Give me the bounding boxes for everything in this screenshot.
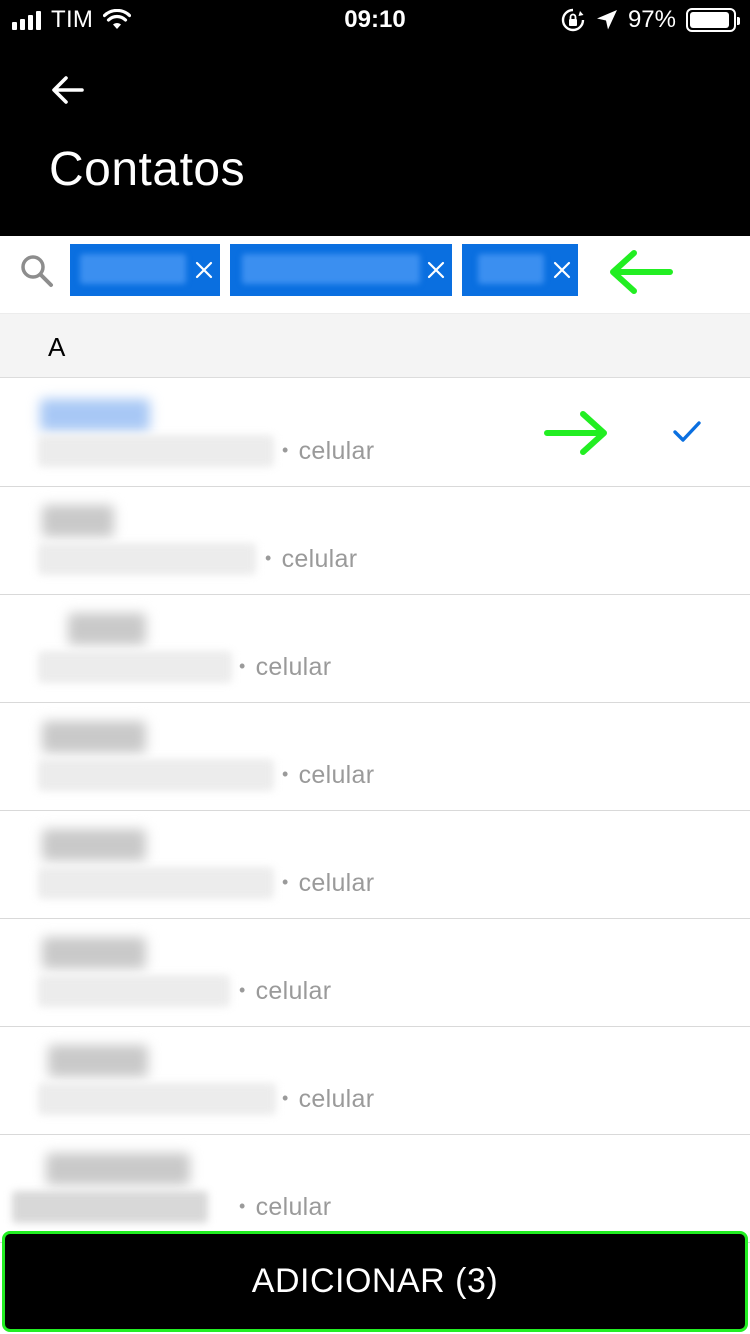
phone-type-label: • celular bbox=[239, 1193, 332, 1221]
contact-phone-redacted bbox=[38, 435, 274, 467]
phone-type-label: • celular bbox=[282, 869, 375, 897]
contact-row[interactable]: • celular bbox=[0, 379, 750, 487]
contact-row[interactable]: • celular bbox=[0, 1027, 750, 1135]
section-letter: A bbox=[48, 332, 66, 362]
selected-contact-chip[interactable] bbox=[462, 244, 578, 296]
phone-type-label: • celular bbox=[265, 545, 358, 573]
phone-type-label: • celular bbox=[282, 437, 375, 465]
orientation-lock-icon bbox=[561, 8, 585, 32]
page-title: Contatos bbox=[49, 143, 246, 196]
back-arrow-icon[interactable] bbox=[46, 68, 90, 112]
app-header: TIM 09:10 97% Contatos bbox=[0, 0, 750, 236]
checkmark-icon bbox=[673, 421, 701, 442]
annotation-arrow-left-icon bbox=[610, 250, 673, 294]
contact-name-redacted bbox=[48, 1045, 148, 1077]
contact-row[interactable]: • celular bbox=[0, 703, 750, 811]
contact-name-redacted bbox=[68, 613, 146, 645]
contact-name-redacted bbox=[42, 937, 146, 969]
contact-phone-redacted bbox=[12, 1191, 208, 1223]
contact-phone-redacted bbox=[38, 543, 256, 575]
battery-percentage: 97% bbox=[627, 6, 676, 33]
contact-phone-redacted bbox=[38, 651, 232, 683]
add-contacts-button[interactable]: ADICIONAR (3) bbox=[2, 1231, 748, 1332]
status-right: 97% bbox=[560, 6, 740, 34]
contact-name-redacted bbox=[42, 829, 146, 861]
contact-phone-redacted bbox=[38, 1083, 276, 1115]
contact-row[interactable]: • celular bbox=[0, 595, 750, 703]
close-icon[interactable] bbox=[424, 258, 448, 282]
phone-type-label: • celular bbox=[239, 653, 332, 681]
contact-phone-redacted bbox=[38, 975, 230, 1007]
search-icon[interactable] bbox=[18, 252, 56, 290]
location-icon bbox=[596, 10, 617, 30]
contact-row[interactable]: • celular bbox=[0, 811, 750, 919]
battery-icon bbox=[686, 8, 740, 32]
contact-row[interactable]: • celular bbox=[0, 487, 750, 595]
selected-contact-chip[interactable] bbox=[230, 244, 452, 296]
contact-list: • celular • celular • celular • celular • cel… bbox=[0, 379, 750, 1243]
selected-contacts-bar bbox=[0, 236, 750, 314]
annotation-arrow-right-icon bbox=[544, 411, 607, 455]
section-header: A bbox=[0, 314, 750, 378]
contact-row[interactable]: • celular bbox=[0, 919, 750, 1027]
status-bar: TIM 09:10 97% bbox=[0, 0, 750, 42]
close-icon[interactable] bbox=[550, 258, 574, 282]
contact-name-redacted bbox=[42, 505, 114, 537]
close-icon[interactable] bbox=[192, 258, 216, 282]
contact-name-redacted bbox=[40, 399, 150, 431]
phone-type-label: • celular bbox=[282, 1085, 375, 1113]
contact-name-redacted bbox=[46, 1153, 190, 1185]
contact-phone-redacted bbox=[38, 759, 274, 791]
phone-type-label: • celular bbox=[282, 761, 375, 789]
contact-phone-redacted bbox=[38, 867, 274, 899]
phone-type-label: • celular bbox=[239, 977, 332, 1005]
selected-contact-chip[interactable] bbox=[70, 244, 220, 296]
contact-row[interactable]: • celular bbox=[0, 1135, 750, 1243]
contact-name-redacted bbox=[42, 721, 146, 753]
